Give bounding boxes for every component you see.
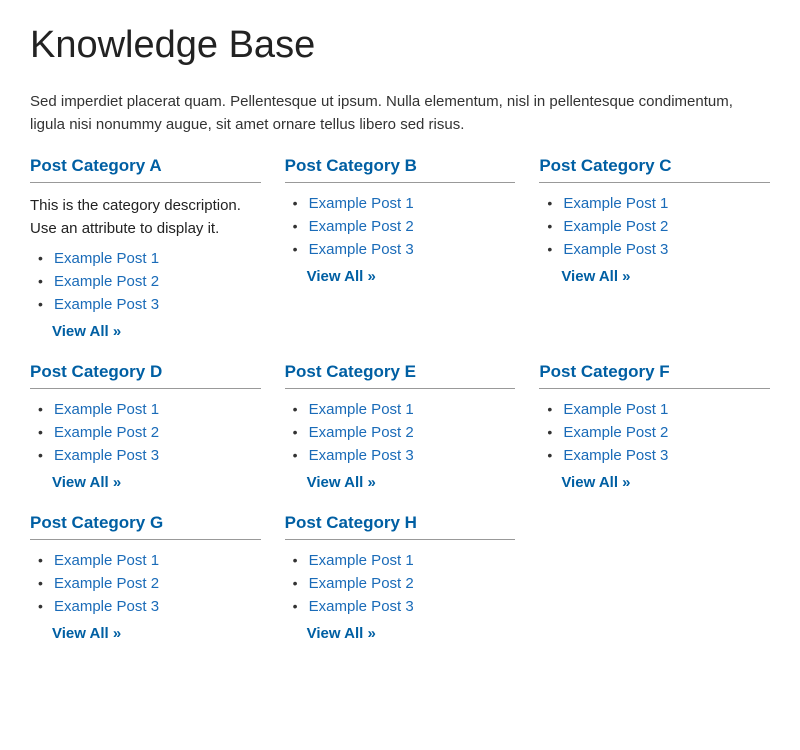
post-link[interactable]: Example Post 3: [563, 241, 668, 258]
list-item: Example Post 2: [291, 575, 516, 592]
list-item: Example Post 2: [36, 424, 261, 441]
post-link[interactable]: Example Post 1: [309, 552, 414, 569]
list-item: Example Post 3: [291, 598, 516, 615]
post-list: Example Post 1 Example Post 2 Example Post…: [285, 401, 516, 464]
category-title-link[interactable]: Post Category B: [285, 156, 516, 183]
list-item: Example Post 3: [291, 241, 516, 258]
list-item: Example Post 3: [291, 447, 516, 464]
post-link[interactable]: Example Post 3: [563, 447, 668, 464]
category-title-link[interactable]: Post Category H: [285, 513, 516, 540]
category-card: Post Category CExample Post 1Example Pos…: [539, 156, 770, 348]
category-title-link[interactable]: Post Category E: [285, 362, 516, 389]
post-list: Example Post 1 Example Post 2 Example Post…: [539, 401, 770, 464]
post-link[interactable]: Example Post 1: [563, 401, 668, 418]
list-item: Example Post 1: [291, 401, 516, 418]
post-link[interactable]: Example Post 1: [563, 195, 668, 212]
post-link[interactable]: Example Post 3: [309, 241, 414, 258]
page-description: Sed imperdiet placerat quam. Pellentesqu…: [30, 91, 770, 136]
page-title: Knowledge Base: [30, 24, 770, 67]
post-link[interactable]: Example Post 2: [54, 424, 159, 441]
view-all-link[interactable]: View All »: [307, 474, 376, 491]
post-link[interactable]: Example Post 2: [309, 575, 414, 592]
post-link[interactable]: Example Post 2: [309, 424, 414, 441]
view-all-link[interactable]: View All »: [52, 323, 121, 340]
list-item: Example Post 1: [545, 401, 770, 418]
list-item: Example Post 1: [545, 195, 770, 212]
view-all-link[interactable]: View All »: [307, 268, 376, 285]
list-item: Example Post 3: [545, 447, 770, 464]
list-item: Example Post 3: [36, 598, 261, 615]
view-all-link[interactable]: View All »: [52, 474, 121, 491]
list-item: Example Post 2: [291, 218, 516, 235]
post-list: Example Post 1 Example Post 2 Example Post…: [30, 401, 261, 464]
post-link[interactable]: Example Post 1: [309, 195, 414, 212]
list-item: Example Post 3: [36, 447, 261, 464]
post-list: Example Post 1 Example Post 2 Example Post…: [30, 250, 261, 313]
list-item: Example Post 1: [291, 195, 516, 212]
post-link[interactable]: Example Post 1: [309, 401, 414, 418]
list-item: Example Post 2: [545, 424, 770, 441]
category-title-link[interactable]: Post Category G: [30, 513, 261, 540]
post-link[interactable]: Example Post 2: [563, 424, 668, 441]
post-link[interactable]: Example Post 1: [54, 401, 159, 418]
list-item: Example Post 2: [36, 273, 261, 290]
category-title-link[interactable]: Post Category C: [539, 156, 770, 183]
view-all-link[interactable]: View All »: [52, 625, 121, 642]
category-title-link[interactable]: Post Category D: [30, 362, 261, 389]
post-link[interactable]: Example Post 3: [54, 296, 159, 313]
view-all-link[interactable]: View All »: [307, 625, 376, 642]
post-list: Example Post 1 Example Post 2 Example Post…: [285, 552, 516, 615]
list-item: Example Post 3: [36, 296, 261, 313]
post-list: Example Post 1 Example Post 2 Example Post…: [30, 552, 261, 615]
post-link[interactable]: Example Post 1: [54, 552, 159, 569]
post-link[interactable]: Example Post 1: [54, 250, 159, 267]
list-item: Example Post 1: [36, 250, 261, 267]
view-all-link[interactable]: View All »: [561, 474, 630, 491]
post-link[interactable]: Example Post 3: [54, 447, 159, 464]
list-item: Example Post 2: [291, 424, 516, 441]
category-card: Post Category A This is the category desc…: [30, 156, 261, 348]
list-item: Example Post 1: [291, 552, 516, 569]
list-item: Example Post 2: [545, 218, 770, 235]
post-link[interactable]: Example Post 3: [54, 598, 159, 615]
list-item: Example Post 3: [545, 241, 770, 258]
view-all-link[interactable]: View All »: [561, 268, 630, 285]
category-card: Post Category DExample Post 1Example Pos…: [30, 362, 261, 499]
category-card: Post Category HExample Post 1Example Pos…: [285, 513, 516, 650]
list-item: Example Post 2: [36, 575, 261, 592]
post-list: Example Post 1 Example Post 2 Example Post…: [285, 195, 516, 258]
post-link[interactable]: Example Post 2: [54, 575, 159, 592]
list-item: Example Post 1: [36, 552, 261, 569]
post-link[interactable]: Example Post 2: [54, 273, 159, 290]
category-card: Post Category EExample Post 1Example Pos…: [285, 362, 516, 499]
post-link[interactable]: Example Post 3: [309, 447, 414, 464]
post-link[interactable]: Example Post 2: [309, 218, 414, 235]
post-list: Example Post 1 Example Post 2 Example Post…: [539, 195, 770, 258]
category-title-link[interactable]: Post Category A: [30, 156, 261, 183]
categories-grid: Post Category A This is the category desc…: [30, 156, 770, 654]
category-card: Post Category BExample Post 1Example Pos…: [285, 156, 516, 348]
category-card: Post Category FExample Post 1Example Pos…: [539, 362, 770, 499]
list-item: Example Post 1: [36, 401, 261, 418]
category-card: Post Category GExample Post 1Example Pos…: [30, 513, 261, 650]
category-description: This is the category description. Use an…: [30, 195, 261, 240]
category-title-link[interactable]: Post Category F: [539, 362, 770, 389]
post-link[interactable]: Example Post 3: [309, 598, 414, 615]
post-link[interactable]: Example Post 2: [563, 218, 668, 235]
